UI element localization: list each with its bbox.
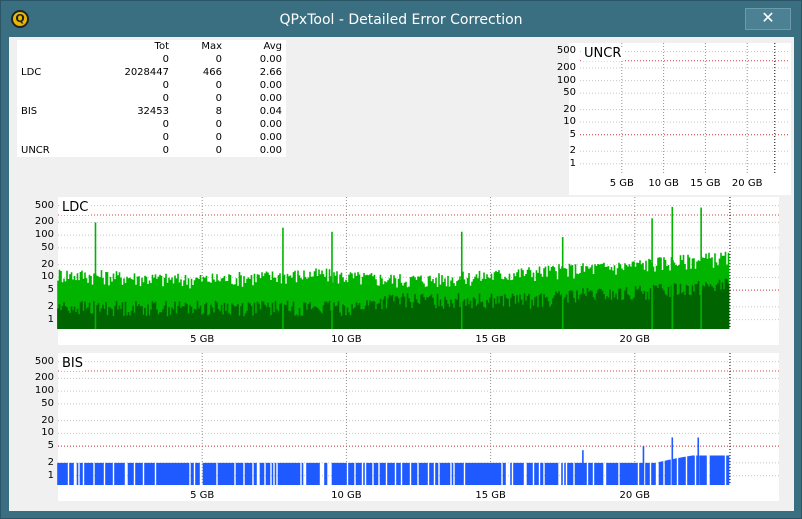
stats-row: 0 0 0.00 (17, 79, 286, 92)
window-title: QPxTool - Detailed Error Correction (279, 12, 523, 28)
stats-header: Avg (263, 41, 282, 52)
stats-label (17, 92, 75, 105)
y-tick-label: 10 (563, 116, 576, 128)
stats-header (17, 40, 75, 53)
stats-max: 0 (215, 145, 222, 156)
stats-tot: 0 (162, 132, 169, 143)
client-area: Tot Max Avg 0 0 0.00 LDC 2028447 466 2.66 000… (9, 37, 794, 511)
stats-row: 0 0 0.00 (17, 53, 286, 66)
y-tick-label: 500 (34, 199, 54, 211)
y-tick-label: 20 (563, 103, 576, 115)
stats-avg: 0.00 (259, 93, 282, 104)
x-tick-label: 10 GB (331, 490, 362, 501)
stats-row: UNCR 0 0 0.00 (17, 144, 286, 157)
stats-label (17, 53, 75, 66)
y-tick-label: 200 (34, 216, 54, 228)
stats-row: 0 0 0.00 (17, 118, 286, 131)
chart-svg (57, 353, 779, 485)
stats-tot: 0 (162, 54, 169, 65)
stats-tot: 32453 (137, 106, 169, 117)
bis-chart (57, 353, 779, 501)
y-tick-label: 100 (556, 74, 576, 86)
stats-label (17, 131, 75, 144)
stats-avg: 0.00 (259, 80, 282, 91)
x-tick-label: 20 GB (619, 334, 651, 345)
stats-tot: 0 (162, 119, 169, 130)
series-bars (57, 455, 730, 485)
x-tick-label: 10 GB (331, 334, 362, 345)
y-tick-label: 50 (41, 241, 54, 253)
x-tick-label: 15 GB (475, 490, 506, 501)
qpxtool-window: Q QPxTool - Detailed Error Correction ✕ … (0, 0, 802, 519)
stats-avg: 0.00 (259, 119, 282, 130)
stats-max: 8 (215, 106, 222, 117)
stats-row: 0 0 0.00 (17, 131, 286, 144)
stats-avg: 0.04 (259, 106, 282, 117)
x-tick-label: 20 GB (619, 490, 651, 501)
chart-title: BIS (60, 356, 86, 371)
y-tick-label: 5 (47, 440, 54, 452)
stats-max: 0 (215, 93, 222, 104)
chart-title: LDC (60, 200, 91, 215)
y-tick-label: 2 (569, 145, 576, 157)
stats-tot: 0 (162, 93, 169, 104)
chart-svg (580, 43, 789, 173)
stats-label (17, 79, 75, 92)
stats-max: 0 (215, 80, 222, 91)
stats-label: BIS (21, 106, 38, 117)
y-tick-label: 10 (41, 271, 54, 283)
y-tick-label: 5 (569, 128, 576, 140)
y-tick-label: 500 (556, 45, 576, 57)
ldc-chart (57, 197, 779, 345)
uncr-chart (569, 43, 791, 195)
y-tick-label: 1 (47, 469, 54, 481)
stats-header: Max (201, 41, 222, 52)
stats-row: LDC 2028447 466 2.66 (17, 66, 286, 79)
title-bar[interactable]: Q QPxTool - Detailed Error Correction ✕ (1, 1, 801, 37)
stats-avg: 0.00 (259, 145, 282, 156)
stats-max: 0 (215, 132, 222, 143)
stats-row: BIS 32453 8 0.04 (17, 105, 286, 118)
stats-max: 466 (202, 67, 222, 78)
stats-label: LDC (21, 67, 42, 78)
stats-avg: 0.00 (259, 54, 282, 65)
y-tick-label: 50 (563, 87, 576, 99)
stats-tot: 2028447 (124, 67, 169, 78)
x-tick-label: 5 GB (190, 334, 215, 345)
y-tick-label: 1 (569, 157, 576, 169)
y-tick-label: 100 (34, 229, 54, 241)
y-tick-label: 2 (47, 300, 54, 312)
y-tick-label: 200 (556, 62, 576, 74)
stats-avg: 2.66 (259, 67, 282, 78)
y-tick-label: 200 (34, 372, 54, 384)
y-tick-label: 2 (47, 456, 54, 468)
stats-max: 0 (215, 54, 222, 65)
chart-svg (57, 197, 779, 329)
x-tick-label: 5 GB (190, 490, 215, 501)
stats-row: 0 0 0.00 (17, 92, 286, 105)
y-tick-label: 20 (41, 258, 54, 270)
stats-header: Tot (154, 41, 169, 52)
y-tick-label: 500 (34, 355, 54, 367)
stats-tot: 0 (162, 80, 169, 91)
chart-title: UNCR (582, 46, 624, 61)
stats-label (17, 118, 75, 131)
y-tick-label: 10 (41, 427, 54, 439)
x-tick-label: 20 GB (731, 178, 763, 189)
stats-header-row: Tot Max Avg (17, 40, 286, 53)
x-tick-label: 15 GB (475, 334, 506, 345)
y-tick-label: 5 (47, 284, 54, 296)
stats-table: Tot Max Avg 0 0 0.00 LDC 2028447 466 2.66 000… (17, 40, 286, 157)
stats-label: UNCR (21, 145, 50, 156)
y-tick-label: 1 (47, 313, 54, 325)
y-tick-label: 20 (41, 414, 54, 426)
y-tick-label: 50 (41, 397, 54, 409)
close-button[interactable]: ✕ (745, 8, 791, 30)
stats-max: 0 (215, 119, 222, 130)
y-tick-label: 100 (34, 385, 54, 397)
stats-avg: 0.00 (259, 132, 282, 143)
stats-tot: 0 (162, 145, 169, 156)
